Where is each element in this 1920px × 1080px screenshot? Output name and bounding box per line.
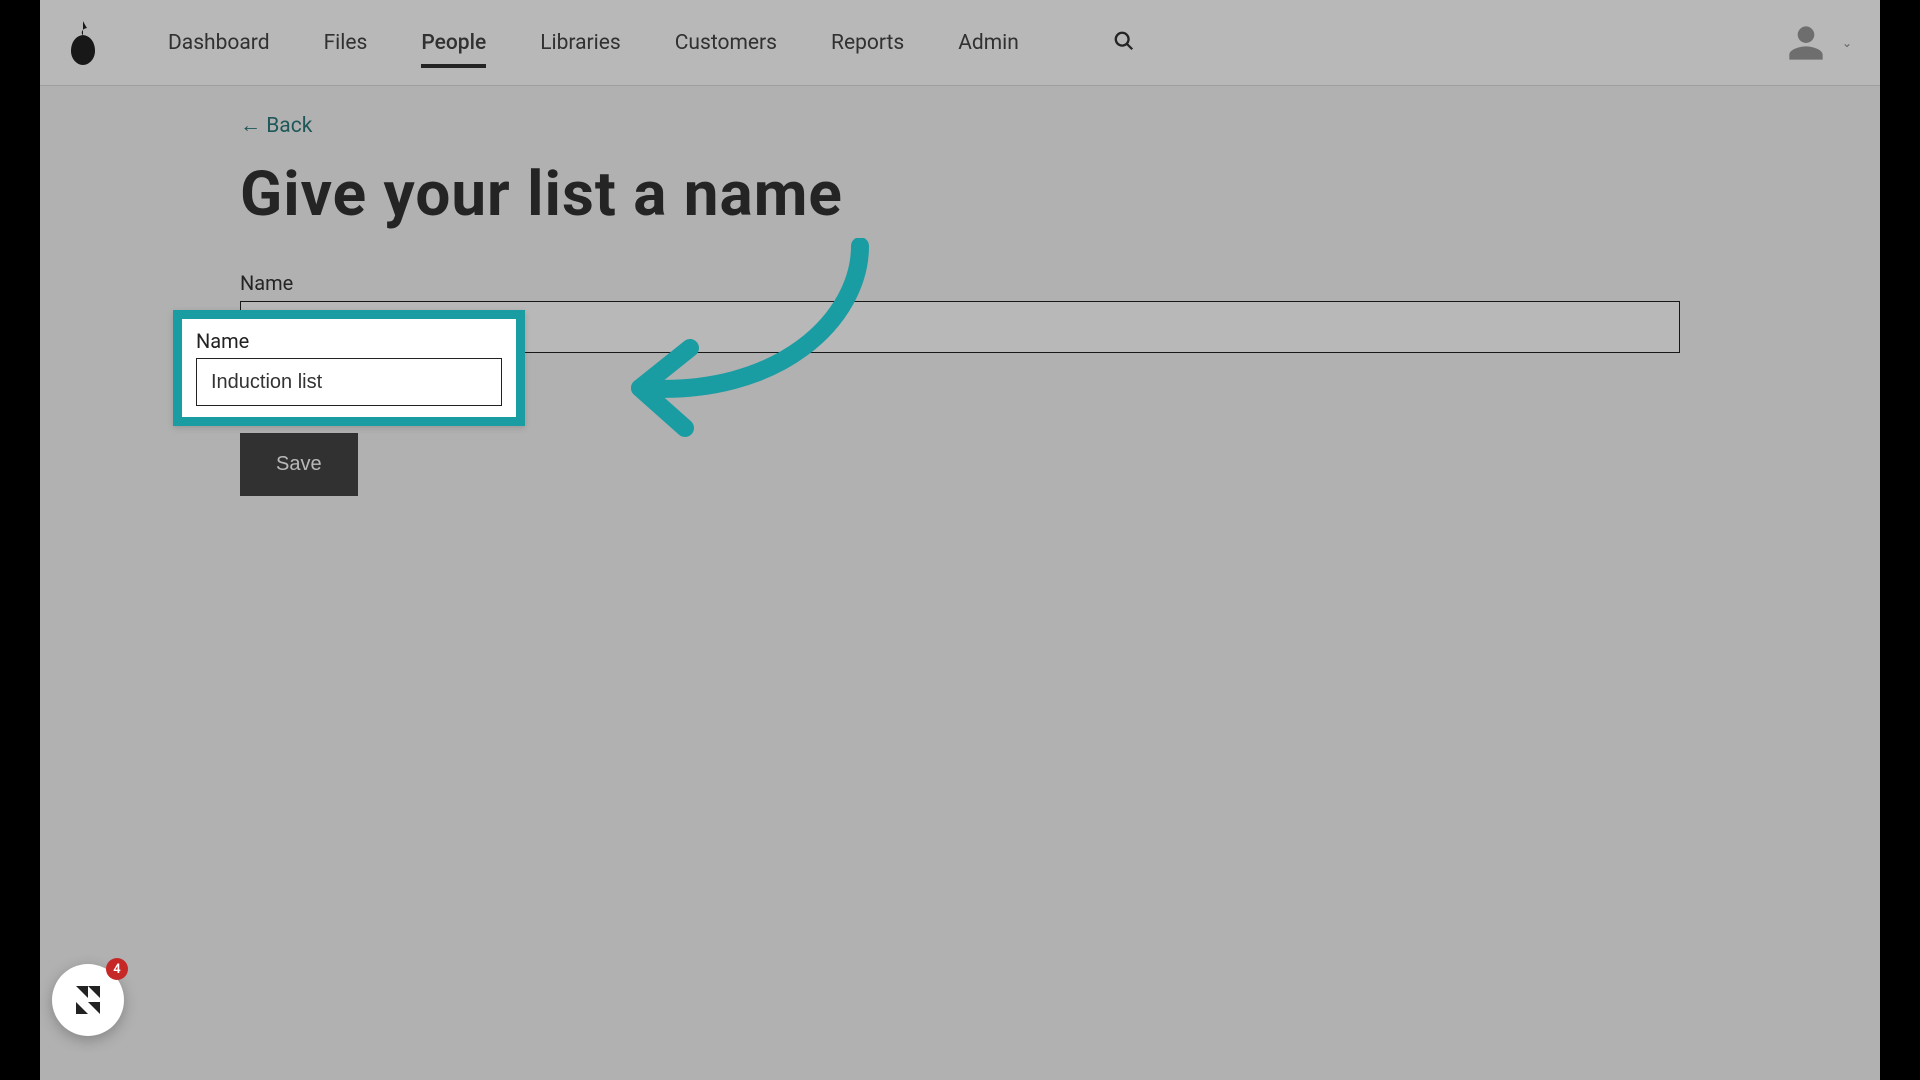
- nav-reports[interactable]: Reports: [831, 1, 904, 85]
- page-content: ← Back Give your list a name Name Show f…: [40, 86, 1880, 496]
- tutorial-highlight-box: Name: [173, 310, 525, 426]
- save-button[interactable]: Save: [240, 433, 358, 496]
- name-label: Name: [240, 271, 1680, 295]
- nav-admin[interactable]: Admin: [958, 1, 1019, 85]
- chat-badge: 4: [106, 958, 128, 980]
- back-link[interactable]: ← Back: [240, 114, 312, 138]
- nav-files[interactable]: Files: [324, 1, 368, 85]
- letterbox-right: [1880, 0, 1920, 1080]
- page-title: Give your list a name: [240, 158, 1680, 231]
- nav-dashboard[interactable]: Dashboard: [168, 1, 270, 85]
- highlight-name-input[interactable]: [196, 358, 502, 406]
- nav-customers[interactable]: Customers: [675, 1, 777, 85]
- highlight-name-label: Name: [196, 329, 502, 353]
- chat-widget-button[interactable]: 4: [52, 964, 124, 1036]
- nav-libraries[interactable]: Libraries: [540, 1, 621, 85]
- app-logo-icon: [68, 21, 98, 65]
- nav-people[interactable]: People: [421, 1, 486, 85]
- top-nav-header: Dashboard Files People Libraries Custome…: [40, 0, 1880, 86]
- main-nav: Dashboard Files People Libraries Custome…: [168, 1, 1135, 85]
- chat-widget-icon: [66, 978, 110, 1022]
- header-right: ⌄: [1786, 23, 1852, 63]
- user-menu-chevron-icon[interactable]: ⌄: [1842, 36, 1852, 50]
- user-avatar-icon[interactable]: [1786, 23, 1826, 63]
- search-icon[interactable]: [1113, 30, 1135, 56]
